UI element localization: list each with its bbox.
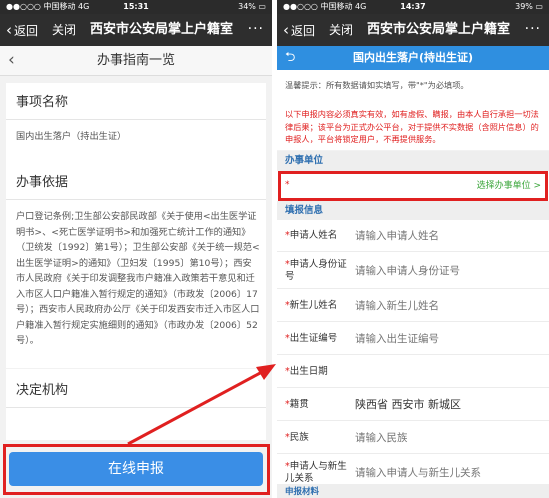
field-label: *新生儿姓名 [285, 300, 338, 311]
divider [6, 199, 266, 200]
form-title: 国内出生落户(持出生证) [352, 51, 474, 64]
right-phone-screen: ●●○○○ 中国移动 4G 14:37 39% ▭ ‹ 返回 关闭 西安市公安局掌… [277, 0, 549, 498]
birth-cert-input[interactable] [355, 323, 543, 355]
applicant-id-input[interactable] [355, 253, 543, 289]
field-label: *申请人与新生儿关系 [285, 461, 347, 484]
field-applicant-id: *申请人身份证号 [277, 253, 549, 289]
field-applicant-name: *申请人姓名 [277, 220, 549, 252]
item-name-card: 事项名称 国内出生落户（持出生证） [6, 83, 266, 161]
org-section-header: 办事单位 [277, 151, 549, 171]
battery-icon: 34% ▭ [238, 2, 266, 11]
basis-card: 办事依据 户口登记条例;卫生部公安部民政部《关于使用<出生医学证明书>、<死亡医… [6, 161, 266, 368]
highlight-box-org [278, 171, 548, 201]
wechat-title: 西安市公安局掌上户籍室 [90, 22, 234, 37]
materials-section-title: 申报材料 [285, 487, 320, 497]
native-place-value: 陕西省 西安市 新城区 [355, 398, 461, 411]
fill-section-title: 填报信息 [285, 205, 324, 216]
wechat-back-button[interactable]: ‹ 返回 [283, 14, 315, 47]
form-header: ⮌ 国内出生落户(持出生证) [277, 46, 549, 70]
clock: 14:37 [400, 2, 426, 11]
clock: 15:31 [123, 2, 149, 11]
field-newborn-name: *新生儿姓名 [277, 290, 549, 322]
field-ethnicity: *民族 [277, 422, 549, 454]
divider [6, 407, 266, 408]
field-birth-date[interactable]: *出生日期 [277, 356, 549, 388]
ethnicity-input[interactable] [355, 422, 543, 454]
wechat-nav-bar: ‹ 返回 关闭 西安市公安局掌上户籍室 ··· [0, 14, 272, 46]
wechat-nav-bar: ‹ 返回 关闭 西安市公安局掌上户籍室 ··· [277, 14, 549, 46]
field-label: *民族 [285, 432, 309, 443]
divider [6, 119, 266, 120]
decision-heading: 决定机构 [16, 383, 69, 398]
materials-section-header: 申报材料 [277, 484, 549, 498]
decision-card: 决定机构 [6, 369, 266, 440]
wechat-title: 西安市公安局掌上户籍室 [367, 22, 511, 37]
basis-heading: 办事依据 [16, 175, 69, 190]
application-form: *申请人姓名 *申请人身份证号 *新生儿姓名 *出生证编号 *出生日期 *籍贯 … [277, 220, 549, 491]
org-section-title: 办事单位 [285, 155, 324, 166]
notice-warning: 以下申报内容必须真实有效，如有虚假、瞒报，由本人自行承担一切法律后果；该平台为正… [285, 109, 539, 144]
field-label: *申请人姓名 [285, 230, 338, 241]
chevron-left-icon: ‹ [283, 21, 289, 39]
newborn-name-input[interactable] [355, 290, 543, 322]
left-phone-screen: ●●○○○ 中国移动 4G 15:31 34% ▭ ‹ 返回 关闭 西安市公安局掌… [0, 0, 272, 498]
status-bar: ●●○○○ 中国移动 4G 15:31 34% ▭ [0, 0, 272, 14]
notice-panel: 温馨提示：所有数据请如实填写，带"*"为必填项。 以下申报内容必须真实有效，如有… [277, 70, 549, 150]
notice-hint: 温馨提示：所有数据请如实填写，带"*"为必填项。 [285, 80, 469, 90]
status-bar: ●●○○○ 中国移动 4G 14:37 39% ▭ [277, 0, 549, 14]
item-name-heading: 事项名称 [16, 95, 69, 110]
field-birth-cert-no: *出生证编号 [277, 323, 549, 355]
field-label: *出生证编号 [285, 333, 338, 344]
page-title: 办事指南一览 [96, 53, 175, 68]
applicant-name-input[interactable] [355, 220, 543, 252]
battery-icon: 39% ▭ [515, 2, 543, 11]
field-label: *出生日期 [285, 366, 328, 377]
fill-section-header: 填报信息 [277, 201, 549, 221]
highlight-box-apply [3, 444, 270, 495]
wechat-close-button[interactable]: 关闭 [329, 14, 353, 46]
page-header: ‹ 办事指南一览 [0, 46, 272, 76]
wechat-back-button[interactable]: ‹ 返回 [6, 14, 38, 47]
more-menu-icon[interactable]: ··· [525, 14, 541, 44]
item-name-value: 国内出生落户（持出生证） [16, 131, 127, 142]
field-label: *申请人身份证号 [285, 259, 347, 282]
wechat-close-button[interactable]: 关闭 [52, 14, 76, 46]
field-native-place[interactable]: *籍贯 陕西省 西安市 新城区 [277, 389, 549, 421]
field-label: *籍贯 [285, 399, 309, 410]
more-menu-icon[interactable]: ··· [248, 14, 264, 44]
basis-text: 户口登记条例;卫生部公安部民政部《关于使用<出生医学证明书>、<死亡医学证明书>… [16, 211, 260, 346]
chevron-left-icon: ‹ [6, 21, 12, 39]
